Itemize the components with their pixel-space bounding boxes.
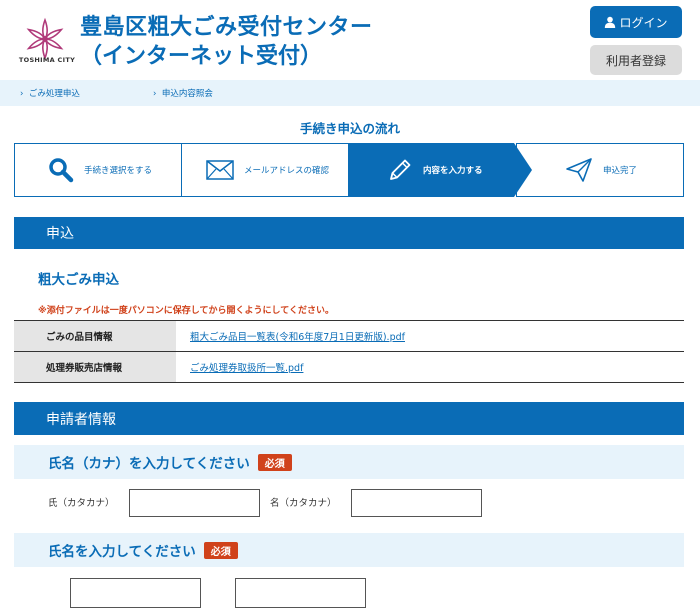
ticket-store-pdf-link[interactable]: ごみ処理券取扱所一覧.pdf [190,363,303,374]
last-name-kana-input[interactable] [129,489,260,517]
table-cell: ごみ処理券取扱所一覧.pdf [176,351,684,383]
register-label: 利用者登録 [605,53,666,68]
section-header-application: 申込 [14,217,684,249]
envelope-icon [206,160,234,180]
item-list-pdf-link[interactable]: 粗大ごみ品目一覧表(令和6年度7月1日更新版).pdf [190,332,405,343]
step-label: 申込完了 [603,166,638,176]
table-row: ごみの品目情報 粗大ごみ品目一覧表(令和6年度7月1日更新版).pdf [14,320,684,352]
paper-plane-icon [566,158,592,182]
step-progress: 手続き選択をする メールアドレスの確認 内容を入力する 申込完了 [14,143,684,197]
step-select: 手続き選択をする [48,143,152,197]
row-header: ごみの品目情報 [14,320,176,352]
last-name-kana-label: 氏（カタカナ） [48,498,115,509]
breadcrumb-label: 申込内容照会 [161,89,213,99]
login-label: ログイン [619,15,668,30]
step-input: 内容を入力する [387,143,483,197]
required-badge: 必須 [257,453,292,471]
search-icon [49,158,74,183]
breadcrumb-item-disposal[interactable]: › ごみ処理申込 [20,87,80,99]
user-icon [605,16,616,28]
login-button[interactable]: ログイン [590,6,682,38]
kana-name-field-header: 氏名（カナ）を入力してください 必須 [14,445,684,479]
required-badge: 必須 [203,541,238,559]
table-cell: 粗大ごみ品目一覧表(令和6年度7月1日更新版).pdf [176,320,684,352]
section-title: 申込 [46,226,74,242]
register-button[interactable]: 利用者登録 [590,45,682,75]
pencil-icon [390,159,411,180]
subsection-title: 粗大ごみ申込 [38,272,119,288]
step-complete: 申込完了 [565,143,637,197]
site-title: 豊島区粗大ごみ受付センター [80,15,373,40]
step-label: 内容を入力する [423,166,483,176]
field-label: 氏名（カナ）を入力してください [48,456,250,472]
site-header: TOSHIMA CITY 豊島区粗大ごみ受付センター （インターネット受付） ロ… [0,0,700,80]
site-subtitle: （インターネット受付） [80,44,323,69]
flow-title: 手続き申込の流れ [299,121,400,136]
first-name-kana-input[interactable] [351,489,482,517]
step-label: メールアドレスの確認 [244,166,330,176]
table-row: 処理券販売店情報 ごみ処理券取扱所一覧.pdf [14,351,684,383]
row-header: 処理券販売店情報 [14,351,176,383]
name-field-header: 氏名を入力してください 必須 [14,533,684,567]
step-email: メールアドレスの確認 [206,143,329,197]
step-label: 手続き選択をする [84,166,153,176]
first-name-input[interactable] [235,578,366,608]
field-label: 氏名を入力してください [48,544,196,560]
breadcrumb-item-inquiry[interactable]: › 申込内容照会 [153,87,213,99]
logo-subtext: TOSHIMA CITY [18,56,76,64]
section-header-applicant: 申請者情報 [14,402,684,435]
attachment-warning: ※添付ファイルは一度パソコンに保存してから開くようにしてください。 [38,306,334,316]
last-name-input[interactable] [70,578,201,608]
first-name-kana-label: 名（カタカナ） [270,498,337,509]
section-title: 申請者情報 [46,411,116,428]
breadcrumb-label: ごみ処理申込 [28,89,80,99]
breadcrumb: › ごみ処理申込 › 申込内容照会 [0,80,700,106]
info-table: ごみの品目情報 粗大ごみ品目一覧表(令和6年度7月1日更新版).pdf 処理券販… [14,320,684,383]
